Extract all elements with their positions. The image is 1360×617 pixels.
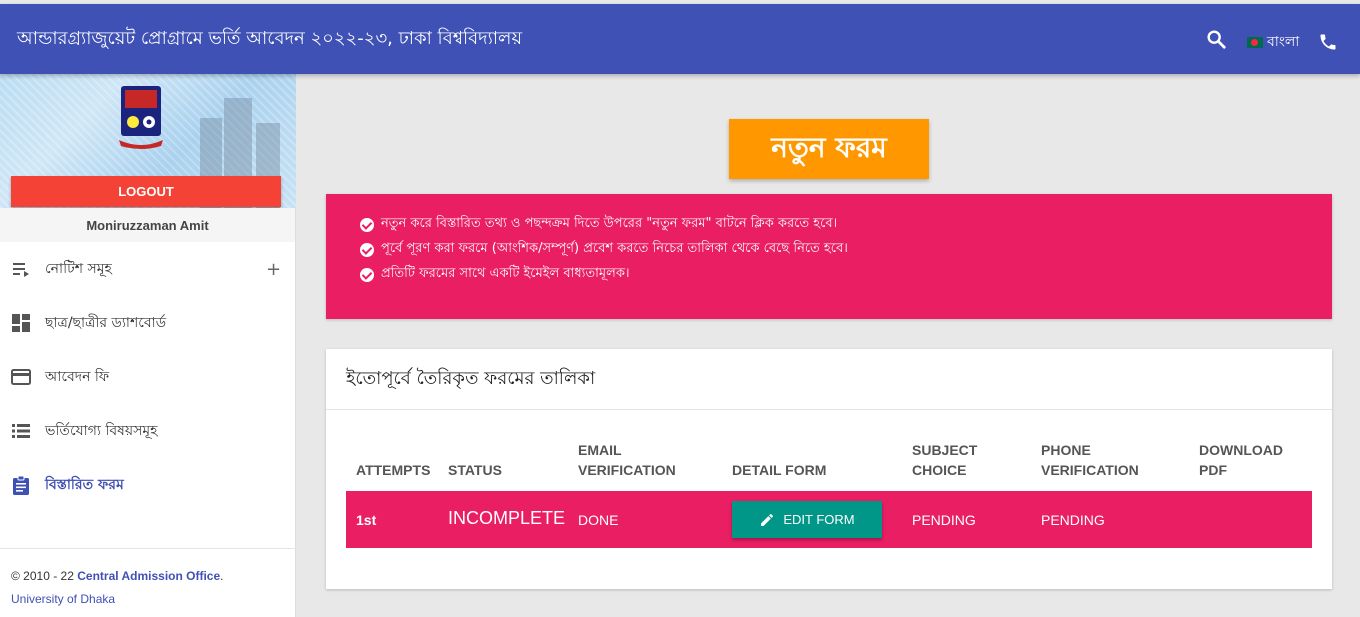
instruction-line: প্রতিটি ফরমের সাথে একটি ইমেইল বাধ্যতামূল…	[360, 262, 1298, 287]
language-label: বাংলা	[1267, 34, 1300, 50]
sidebar-item-label: ছাত্র/ছাত্রীর ড্যাশবোর্ড	[45, 315, 167, 331]
list-icon	[12, 424, 30, 438]
column-header-detail-form: DETAIL FORM	[732, 462, 827, 478]
sidebar: LOGOUT Moniruzzaman Amit নোটিশ সমূহ + ছা…	[0, 74, 296, 617]
cell-subject-choice: PENDING	[912, 512, 976, 528]
instruction-line: নতুন করে বিস্তারিত তথ্য ও পছন্দক্রম দিতে…	[360, 212, 1298, 237]
sidebar-banner: LOGOUT	[0, 74, 296, 208]
sidebar-item-detail-form[interactable]: বিস্তারিত ফরম	[0, 458, 295, 512]
instruction-text: প্রতিটি ফরমের সাথে একটি ইমেইল বাধ্যতামূল…	[381, 266, 630, 281]
expand-plus-icon[interactable]: +	[266, 259, 281, 280]
instructions-box: নতুন করে বিস্তারিত তথ্য ও পছন্দক্রম দিতে…	[326, 194, 1332, 319]
logout-button[interactable]: LOGOUT	[11, 176, 281, 207]
previous-forms-card: ইতোপূর্বে তৈরিকৃত ফরমের তালিকা ATTEMPTS …	[326, 349, 1332, 589]
search-icon[interactable]	[1205, 28, 1227, 50]
column-header-subject-choice: SUBJECT CHOICE	[912, 442, 978, 478]
cell-phone-verification: PENDING	[1041, 512, 1105, 528]
edit-form-button[interactable]: EDIT FORM	[732, 501, 882, 538]
sidebar-menu: নোটিশ সমূহ + ছাত্র/ছাত্রীর ড্যাশবোর্ড আব…	[0, 242, 295, 512]
column-header-download-pdf: DOWNLOAD PDF	[1199, 442, 1283, 478]
column-header-attempts: ATTEMPTS	[356, 462, 431, 478]
sidebar-item-application-fee[interactable]: আবেদন ফি	[0, 350, 295, 404]
credit-card-icon	[11, 369, 31, 385]
cell-status: INCOMPLETE	[448, 508, 566, 528]
footer-period: .	[220, 569, 224, 583]
central-admission-office-link[interactable]: Central Admission Office	[77, 569, 220, 583]
pencil-icon	[761, 513, 774, 526]
clipboard-icon	[13, 475, 29, 495]
check-circle-icon	[360, 217, 374, 232]
copyright-text: © 2010 - 22	[11, 569, 74, 583]
column-header-status: STATUS	[448, 462, 502, 478]
instruction-text: পূর্বে পূরণ করা ফরমে (আংশিক/সম্পূর্ণ) প্…	[381, 241, 848, 256]
bangladesh-flag-icon	[1247, 36, 1263, 48]
cell-attempt: 1st	[356, 512, 377, 528]
new-form-button[interactable]: নতুন ফরম	[729, 119, 929, 179]
edit-form-label: EDIT FORM	[783, 512, 855, 527]
sidebar-item-label: আবেদন ফি	[45, 369, 110, 385]
column-header-email-verification: EMAIL VERIFICATION	[578, 442, 676, 478]
sidebar-item-label: ভর্তিযোগ্য বিষয়সমূহ	[45, 423, 158, 439]
language-switcher[interactable]: বাংলা	[1247, 30, 1299, 54]
sidebar-footer: © 2010 - 22 Central Admission Office. Un…	[0, 548, 296, 617]
phone-icon[interactable]	[1318, 32, 1338, 52]
dashboard-icon	[12, 314, 30, 332]
sidebar-item-label: বিস্তারিত ফরম	[45, 477, 124, 493]
sidebar-item-dashboard[interactable]: ছাত্র/ছাত্রীর ড্যাশবোর্ড	[0, 296, 295, 350]
check-circle-icon	[360, 267, 374, 282]
university-logo	[119, 86, 163, 149]
university-link[interactable]: University of Dhaka	[11, 592, 115, 606]
notice-list-icon	[13, 263, 29, 277]
sidebar-item-label: নোটিশ সমূহ	[45, 261, 112, 277]
card-title: ইতোপূর্বে তৈরিকৃত ফরমের তালিকা	[326, 349, 1332, 410]
sidebar-item-notices[interactable]: নোটিশ সমূহ +	[0, 242, 295, 296]
app-title: আন্ডারগ্র্যাজুয়েট প্রোগ্রামে ভর্তি আবেদ…	[17, 28, 523, 49]
check-circle-icon	[360, 242, 374, 257]
instruction-text: নতুন করে বিস্তারিত তথ্য ও পছন্দক্রম দিতে…	[381, 216, 838, 231]
sidebar-item-subjects[interactable]: ভর্তিযোগ্য বিষয়সমূহ	[0, 404, 295, 458]
user-name: Moniruzzaman Amit	[0, 208, 295, 242]
cell-email-verification: DONE	[578, 512, 619, 528]
table-row: 1st INCOMPLETE DONE EDIT FORM PENDING PE…	[346, 491, 1312, 548]
instruction-line: পূর্বে পূরণ করা ফরমে (আংশিক/সম্পূর্ণ) প্…	[360, 237, 1298, 262]
top-app-bar: আন্ডারগ্র্যাজুয়েট প্রোগ্রামে ভর্তি আবেদ…	[0, 4, 1360, 74]
column-header-phone-verification: PHONE VERIFICATION	[1041, 442, 1139, 478]
